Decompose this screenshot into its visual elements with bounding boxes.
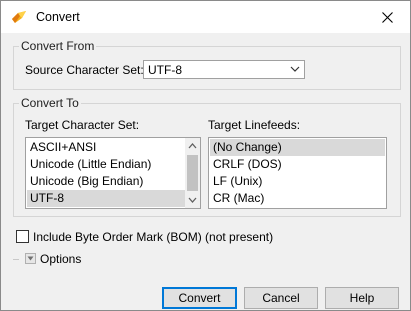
divider: [13, 259, 19, 260]
linefeed-item[interactable]: CR (Mac): [210, 190, 385, 207]
linefeed-item-selected[interactable]: (No Change): [210, 139, 385, 156]
cancel-button[interactable]: Cancel: [244, 287, 318, 309]
convert-to-label: Convert To: [19, 96, 81, 110]
convert-dialog: Convert Convert From Source Character Se…: [0, 0, 411, 311]
options-label[interactable]: Options: [40, 252, 81, 266]
title-bar: Convert: [1, 1, 410, 33]
source-charset-value: UTF-8: [148, 63, 182, 77]
scroll-up-icon[interactable]: [188, 142, 197, 150]
target-linefeeds-label: Target Linefeeds:: [208, 118, 301, 132]
scroll-thumb[interactable]: [187, 155, 198, 191]
target-charset-label: Target Character Set:: [25, 118, 140, 132]
target-linefeeds-list[interactable]: (No Change) CRLF (DOS) LF (Unix) CR (Mac…: [208, 137, 387, 209]
source-charset-select[interactable]: UTF-8: [143, 60, 305, 79]
charset-item[interactable]: Unicode (Little Endian): [27, 156, 185, 173]
charset-scrollbar[interactable]: [185, 138, 200, 208]
close-button[interactable]: [364, 1, 410, 33]
options-expander[interactable]: [25, 253, 36, 264]
convert-from-label: Convert From: [19, 39, 97, 53]
linefeed-item[interactable]: LF (Unix): [210, 173, 385, 190]
charset-item[interactable]: ASCII+ANSI: [27, 139, 185, 156]
window-title: Convert: [36, 10, 80, 24]
source-charset-label: Source Character Set:: [25, 63, 144, 77]
bom-checkbox[interactable]: [16, 230, 29, 243]
close-icon: [381, 11, 393, 23]
charset-item-selected[interactable]: UTF-8: [27, 190, 185, 207]
scroll-down-icon[interactable]: [188, 196, 197, 204]
expand-triangle-icon: [27, 256, 34, 261]
linefeed-item[interactable]: CRLF (DOS): [210, 156, 385, 173]
convert-button[interactable]: Convert: [162, 287, 237, 309]
target-charset-list[interactable]: ASCII+ANSI Unicode (Little Endian) Unico…: [25, 137, 201, 209]
charset-item[interactable]: Unicode (Big Endian): [27, 173, 185, 190]
chevron-down-icon: [290, 66, 300, 72]
help-button[interactable]: Help: [325, 287, 399, 309]
options-section: Options: [13, 251, 411, 267]
bom-label[interactable]: Include Byte Order Mark (BOM) (not prese…: [33, 230, 273, 244]
app-logo-icon: [12, 11, 26, 23]
